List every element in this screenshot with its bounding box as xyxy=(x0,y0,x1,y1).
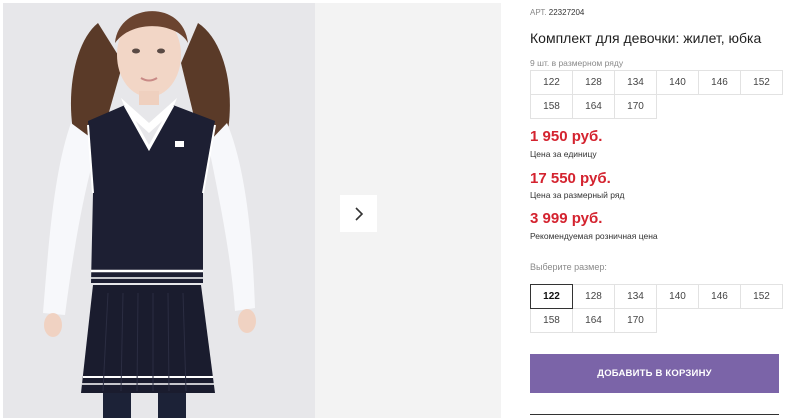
series-size-cell: 152 xyxy=(740,70,783,95)
series-price: 17 550 руб. xyxy=(530,170,611,187)
series-size-cell: 128 xyxy=(572,70,615,95)
series-note: 9 шт. в размерном ряду xyxy=(530,58,624,68)
size-option-164[interactable]: 164 xyxy=(572,308,615,333)
size-option-134[interactable]: 134 xyxy=(614,284,657,309)
secondary-button-edge[interactable] xyxy=(530,414,779,418)
size-option-152[interactable]: 152 xyxy=(740,284,783,309)
size-option-146[interactable]: 146 xyxy=(698,284,741,309)
unit-price: 1 950 руб. xyxy=(530,128,603,145)
product-title: Комплект для девочки: жилет, юбка xyxy=(530,30,762,46)
series-size-grid: 122 128 134 140 146 152 158 164 170 xyxy=(530,70,783,119)
retail-price: 3 999 руб. xyxy=(530,210,603,227)
article-number: АРТ. 22327204 xyxy=(530,8,584,17)
series-size-cell: 164 xyxy=(572,94,615,119)
series-size-cell: 158 xyxy=(530,94,573,119)
article-value: 22327204 xyxy=(548,8,585,17)
series-price-label: Цена за размерный ряд xyxy=(530,190,625,200)
article-prefix: АРТ. xyxy=(530,8,547,17)
size-option-122[interactable]: 122 xyxy=(530,284,573,309)
size-selector: 122 128 134 140 146 152 158 164 170 xyxy=(530,284,783,333)
retail-price-label: Рекомендуемая розничная цена xyxy=(530,231,658,241)
series-size-cell: 134 xyxy=(614,70,657,95)
product-photo[interactable] xyxy=(3,3,315,418)
product-photo-illustration xyxy=(3,3,315,418)
chevron-right-icon xyxy=(354,206,363,221)
size-option-140[interactable]: 140 xyxy=(656,284,699,309)
unit-price-label: Цена за единицу xyxy=(530,149,597,159)
choose-size-label: Выберите размер: xyxy=(530,262,607,272)
size-option-170[interactable]: 170 xyxy=(614,308,657,333)
series-size-cell: 146 xyxy=(698,70,741,95)
product-gallery xyxy=(0,0,512,418)
gallery-next-button[interactable] xyxy=(340,195,377,232)
add-to-cart-button[interactable]: ДОБАВИТЬ В КОРЗИНУ xyxy=(530,354,779,393)
series-size-cell: 122 xyxy=(530,70,573,95)
series-size-cell: 170 xyxy=(614,94,657,119)
size-option-128[interactable]: 128 xyxy=(572,284,615,309)
series-size-cell: 140 xyxy=(656,70,699,95)
size-option-158[interactable]: 158 xyxy=(530,308,573,333)
